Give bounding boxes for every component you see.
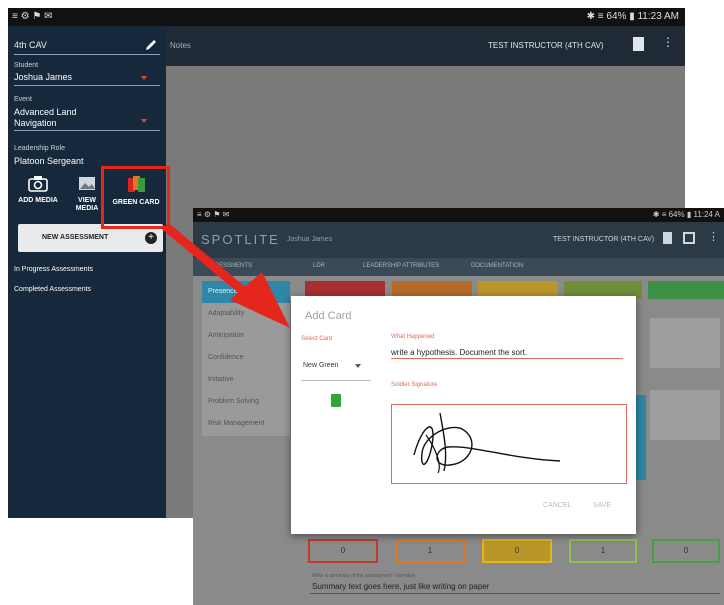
annotation-arrow-icon — [162, 222, 290, 328]
composite-screenshot: ≡ ⚙ ⚑ ✉ ✱ ≡ 64% ▮ 11:23 AM Notes TEST IN… — [0, 0, 724, 605]
